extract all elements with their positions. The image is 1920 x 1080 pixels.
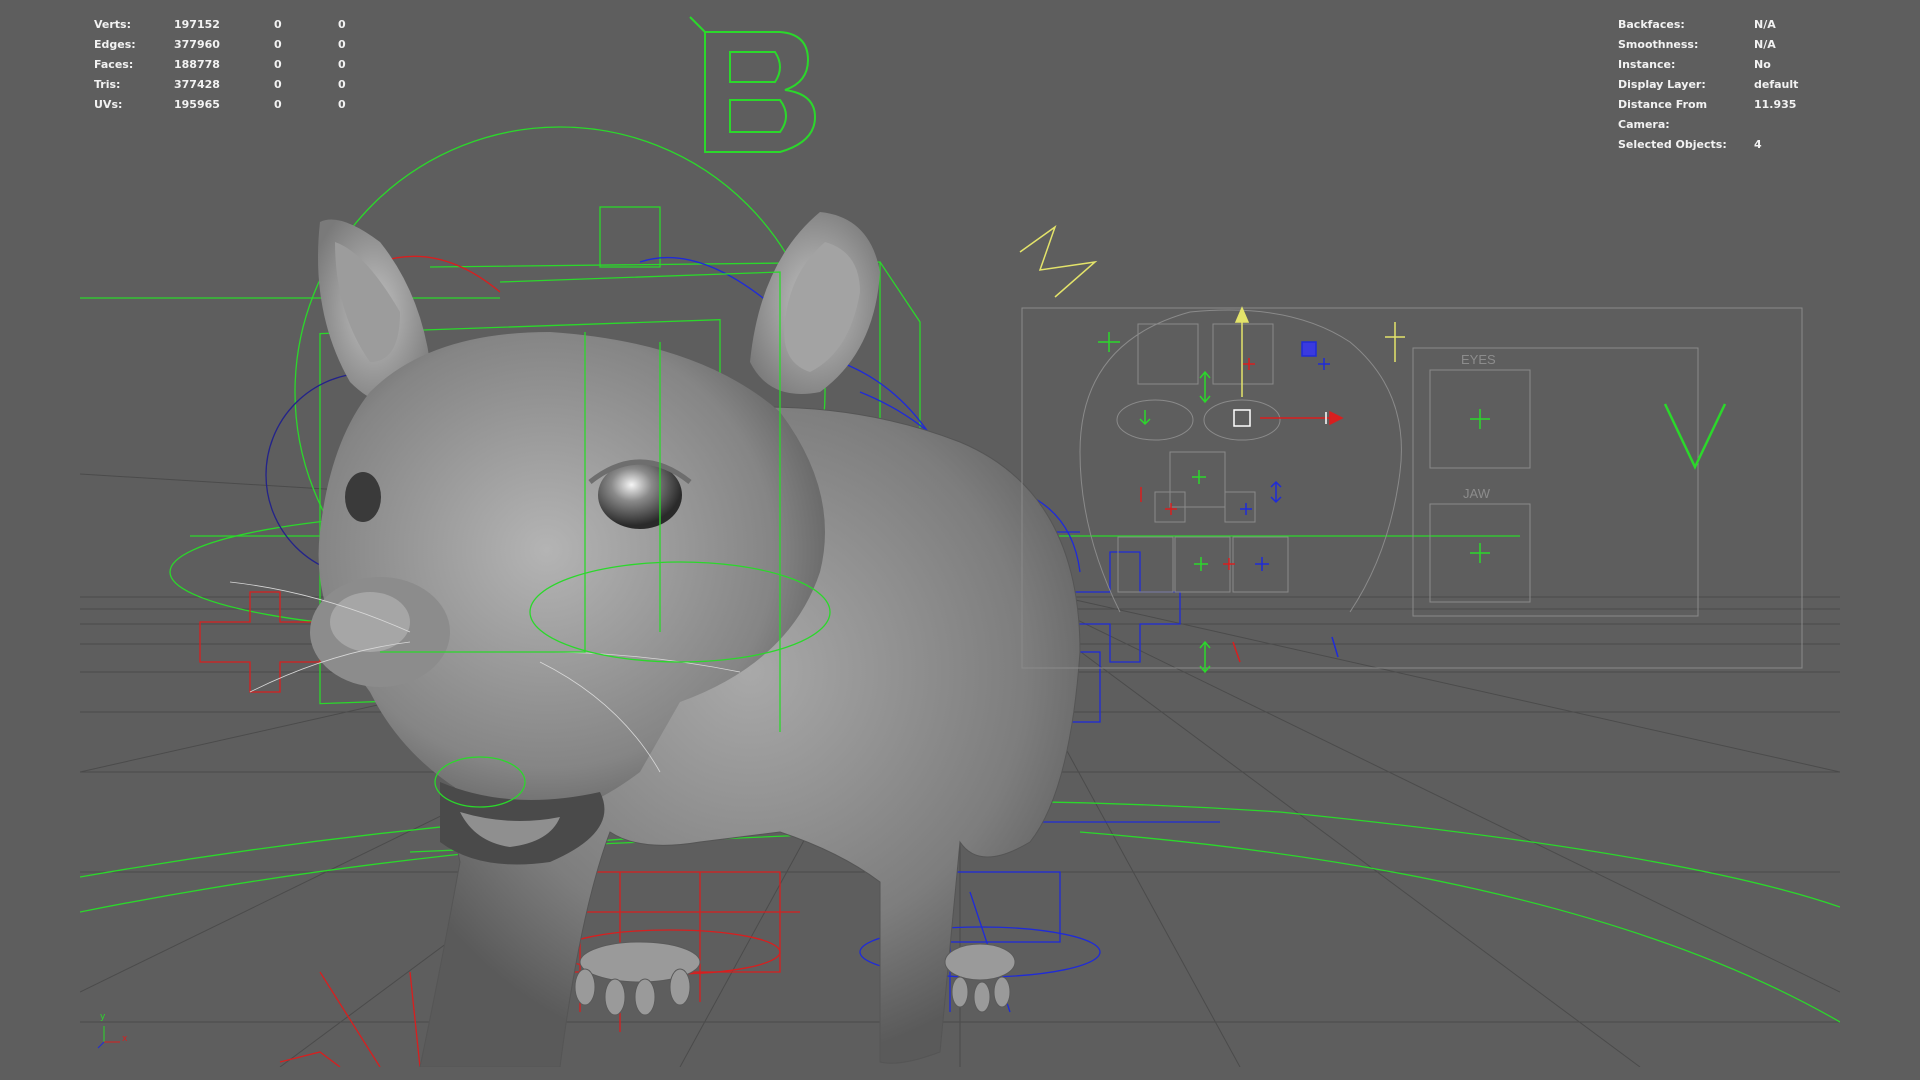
hud-label: Backfaces: (1618, 18, 1685, 31)
hud-value: 188778 (174, 58, 220, 71)
hud-label: Verts: (94, 18, 132, 31)
hud-value: 0 (338, 18, 346, 31)
axis-y-label: y (100, 1012, 106, 1022)
hud-label: Distance From Camera: (1618, 98, 1708, 131)
hud-row-faces: Faces: 188778 0 0 (94, 55, 378, 75)
hud-row-instance: Instance: No (1618, 55, 1798, 75)
hud-row-smoothness: Smoothness: N/A (1618, 35, 1798, 55)
hud-value: default (1754, 78, 1799, 91)
jaw-panel-label: JAW (1463, 486, 1490, 501)
viewport-scene[interactable]: B (80, 12, 1840, 1067)
hud-label: Smoothness: (1618, 38, 1699, 51)
hud-label: Display Layer: (1618, 78, 1706, 91)
hud-value: 0 (338, 38, 346, 51)
hud-label: Faces: (94, 58, 134, 71)
hud-row-uvs: UVs: 195965 0 0 (94, 95, 378, 115)
hud-row-display-layer: Display Layer: default (1618, 75, 1798, 95)
hud-value: 0 (338, 58, 346, 71)
hud-row-tris: Tris: 377428 0 0 (94, 75, 378, 95)
b-letter-label: B (80, 12, 81, 13)
hud-row-selected: Selected Objects: 4 (1618, 135, 1798, 155)
object-details-hud: Backfaces: N/A Smoothness: N/A Instance:… (1618, 15, 1798, 155)
poly-count-hud: Verts: 197152 0 0 Edges: 377960 0 0 Face… (94, 15, 378, 115)
eyes-panel-label: EYES (1461, 352, 1496, 367)
hud-row-verts: Verts: 197152 0 0 (94, 15, 378, 35)
hud-value: 0 (274, 98, 282, 111)
hud-value: 0 (274, 38, 282, 51)
hud-value: 0 (274, 78, 282, 91)
hud-label: Edges: (94, 38, 136, 51)
hud-value: 195965 (174, 98, 220, 111)
hud-value: 11.935 (1754, 98, 1797, 111)
hud-row-backfaces: Backfaces: N/A (1618, 15, 1798, 35)
hud-value: N/A (1754, 38, 1776, 51)
hud-row-distance: Distance From Camera: 11.935 (1618, 95, 1798, 135)
hud-value: 377960 (174, 38, 220, 51)
hud-value: N/A (1754, 18, 1776, 31)
hud-value: 4 (1754, 138, 1762, 151)
hud-label: Tris: (94, 78, 121, 91)
3d-viewport[interactable]: B EYES JAW y x Verts: 197152 0 0 Edges: … (80, 12, 1840, 1067)
hud-value: 197152 (174, 18, 220, 31)
hud-value: No (1754, 58, 1771, 71)
hud-label: UVs: (94, 98, 123, 111)
v-letter-control[interactable]: V (1680, 384, 1681, 385)
hud-value: 0 (338, 78, 346, 91)
axis-gizmo (97, 1026, 120, 1049)
b-letter-control[interactable] (689, 16, 817, 153)
hud-label: Instance: (1618, 58, 1676, 71)
hud-row-edges: Edges: 377960 0 0 (94, 35, 378, 55)
hud-value: 0 (338, 98, 346, 111)
hud-value: 377428 (174, 78, 220, 91)
axis-x-label: x (122, 1034, 128, 1044)
hud-label: Selected Objects: (1618, 138, 1727, 151)
rat-model[interactable] (229, 212, 1081, 1067)
hud-value: 0 (274, 18, 282, 31)
face-gui-markers[interactable] (1098, 306, 1727, 674)
hud-value: 0 (274, 58, 282, 71)
